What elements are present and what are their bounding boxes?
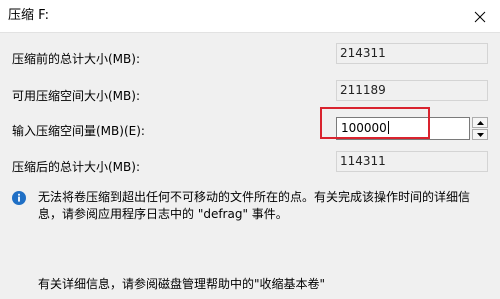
arrow-up-icon bbox=[477, 121, 484, 125]
size-after-value: 114311 bbox=[336, 151, 488, 172]
window-title: 压缩 F: bbox=[8, 8, 49, 23]
info-message: 无法将卷压缩到超出任何不可移动的文件所在的点。有关完成该操作时间的详细信息，请参… bbox=[38, 190, 471, 221]
info-icon bbox=[12, 191, 26, 205]
shrink-amount-text: 100000 bbox=[341, 121, 387, 135]
available-space-value: 211189 bbox=[336, 80, 488, 101]
size-after-label: 压缩后的总计大小(MB): bbox=[12, 160, 140, 174]
close-icon[interactable] bbox=[472, 9, 488, 25]
spin-down-button[interactable] bbox=[472, 129, 488, 140]
shrink-amount-stepper[interactable]: 100000 bbox=[336, 117, 488, 140]
spin-up-button[interactable] bbox=[472, 117, 488, 128]
shrink-amount-input[interactable]: 100000 bbox=[336, 117, 470, 140]
size-before-label: 压缩前的总计大小(MB): bbox=[12, 52, 140, 66]
size-before-value: 214311 bbox=[336, 43, 488, 64]
title-bar: 压缩 F: bbox=[0, 0, 500, 33]
shrink-amount-label: 输入压缩空间量(MB)(E): bbox=[12, 124, 145, 138]
arrow-down-icon bbox=[477, 133, 484, 137]
help-reference-text: 有关详细信息，请参阅磁盘管理帮助中的"收缩基本卷" bbox=[38, 277, 326, 291]
spin-buttons bbox=[472, 117, 488, 140]
text-caret bbox=[387, 121, 389, 134]
available-space-label: 可用压缩空间大小(MB): bbox=[12, 89, 140, 103]
